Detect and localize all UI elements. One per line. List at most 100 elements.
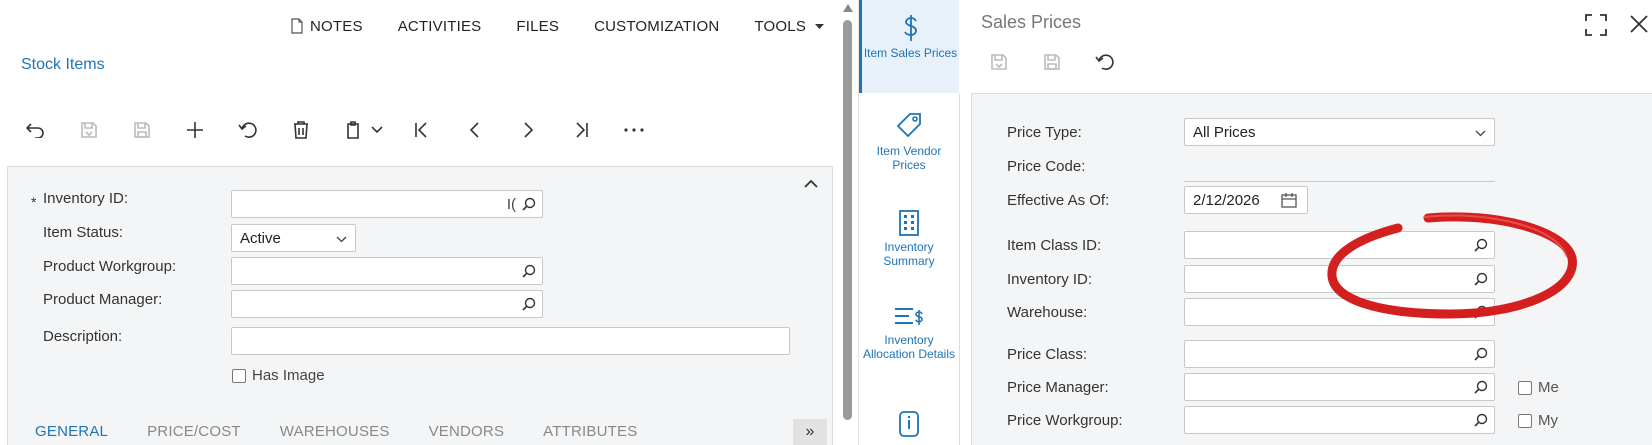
- price-type-select[interactable]: All Prices: [1184, 118, 1495, 146]
- stock-item-summary-form: * Inventory ID: I( Item Status: Active P…: [7, 166, 833, 445]
- top-navigation: NOTES ACTIVITIES FILES CUSTOMIZATION TOO…: [290, 15, 865, 37]
- more-tabs-button[interactable]: »: [793, 419, 827, 445]
- first-icon: [415, 122, 427, 138]
- back-arrow-icon: [25, 123, 44, 138]
- close-button[interactable]: [1629, 14, 1649, 39]
- inventory-id-value: I(: [506, 196, 516, 213]
- search-icon[interactable]: [1474, 413, 1488, 427]
- effective-date-input[interactable]: 2/12/2026: [1184, 186, 1308, 214]
- search-icon[interactable]: [1474, 272, 1488, 286]
- search-icon[interactable]: [1474, 238, 1488, 252]
- activities-label: ACTIVITIES: [397, 17, 482, 35]
- required-marker: *: [31, 194, 37, 210]
- price-workgroup-my-label: My: [1538, 412, 1558, 429]
- save-and-close-button[interactable]: [77, 118, 101, 142]
- search-icon[interactable]: [522, 297, 536, 311]
- inventory-id-label: Inventory ID:: [43, 190, 129, 207]
- sidenav-item-vendor-prices[interactable]: Item Vendor Prices: [859, 110, 959, 172]
- price-manager-label: Price Manager:: [1007, 379, 1109, 396]
- chevron-down-icon: [336, 236, 347, 243]
- side-panel-nav: Item Sales Prices Item Vendor Prices Inv…: [859, 0, 959, 445]
- sidenav-item-inventory-summary[interactable]: Inventory Summary: [859, 210, 959, 268]
- tools-menu[interactable]: TOOLS: [754, 18, 830, 35]
- scroll-up-icon[interactable]: [843, 4, 853, 12]
- price-code-label: Price Code:: [1007, 158, 1086, 175]
- price-workgroup-my-checkbox[interactable]: [1518, 414, 1532, 428]
- description-input[interactable]: [231, 327, 790, 355]
- chevron-down-icon: [1475, 130, 1486, 137]
- files-button[interactable]: FILES: [516, 18, 559, 35]
- price-manager-me-label: Me: [1538, 379, 1559, 396]
- files-label: FILES: [516, 17, 560, 35]
- screen-title-link[interactable]: Stock Items: [21, 56, 105, 74]
- last-record-button[interactable]: [569, 118, 593, 142]
- panel-save-button[interactable]: [1040, 50, 1064, 74]
- collapse-button[interactable]: [804, 175, 818, 193]
- inventory-id-input[interactable]: [1184, 265, 1495, 293]
- add-new-button[interactable]: [183, 118, 207, 142]
- item-tabs: GENERAL PRICE/COST WAREHOUSES VENDORS AT…: [35, 423, 676, 440]
- undo-icon: [238, 122, 257, 138]
- chevron-left-icon: [469, 122, 479, 138]
- warehouse-input[interactable]: [1184, 298, 1495, 326]
- price-manager-input[interactable]: [1184, 373, 1495, 401]
- calendar-icon[interactable]: [1281, 192, 1297, 208]
- search-icon[interactable]: [1474, 305, 1488, 319]
- search-icon[interactable]: [1474, 347, 1488, 361]
- panel-cancel-button[interactable]: [1093, 50, 1117, 74]
- search-icon[interactable]: [522, 264, 536, 278]
- price-manager-me-checkbox[interactable]: [1518, 381, 1532, 395]
- panel-save-close-button[interactable]: [987, 50, 1011, 74]
- tab-vendors[interactable]: VENDORS: [429, 423, 505, 440]
- maximize-button[interactable]: [1585, 14, 1607, 41]
- product-workgroup-input[interactable]: [231, 257, 543, 285]
- back-button[interactable]: [23, 118, 47, 142]
- sidenav-divider: [959, 93, 960, 445]
- search-icon[interactable]: [1474, 380, 1488, 394]
- price-class-label: Price Class:: [1007, 346, 1088, 363]
- document-icon: [291, 18, 303, 34]
- description-label: Description:: [43, 328, 123, 345]
- tablet-info-icon: [899, 411, 919, 437]
- sales-prices-filter-form: Price Type: All Prices Price Code: Effec…: [971, 93, 1652, 445]
- price-workgroup-input[interactable]: [1184, 406, 1495, 434]
- list-dollar-icon: [895, 308, 923, 325]
- price-code-field[interactable]: [1184, 181, 1495, 182]
- sidenav-item-sales-prices[interactable]: Item Sales Prices: [859, 0, 959, 93]
- copy-paste-menu[interactable]: [341, 118, 385, 142]
- search-icon[interactable]: [522, 197, 536, 211]
- previous-record-button[interactable]: [463, 118, 487, 142]
- price-workgroup-label: Price Workgroup:: [1007, 412, 1123, 429]
- next-record-button[interactable]: [516, 118, 540, 142]
- cancel-button[interactable]: [236, 118, 260, 142]
- delete-button[interactable]: [289, 118, 313, 142]
- more-actions-button[interactable]: [622, 118, 646, 142]
- tab-general[interactable]: GENERAL: [35, 423, 108, 440]
- inventory-id-input[interactable]: I(: [231, 190, 543, 218]
- activities-button[interactable]: ACTIVITIES: [398, 18, 482, 35]
- notes-label: NOTES: [310, 17, 363, 35]
- inventory-id-label: Inventory ID:: [1007, 271, 1093, 288]
- tab-price-cost[interactable]: PRICE/COST: [147, 423, 241, 440]
- tab-warehouses[interactable]: WAREHOUSES: [280, 423, 390, 440]
- save-icon: [1044, 54, 1060, 70]
- sidenav-item-more[interactable]: [859, 410, 959, 442]
- undo-icon: [1095, 54, 1114, 70]
- has-image-checkbox[interactable]: [232, 369, 246, 383]
- product-manager-input[interactable]: [231, 290, 543, 318]
- save-button[interactable]: [130, 118, 154, 142]
- tab-attributes[interactable]: ATTRIBUTES: [543, 423, 637, 440]
- save-icon: [134, 122, 150, 138]
- first-record-button[interactable]: [410, 118, 434, 142]
- item-status-select[interactable]: Active: [231, 224, 356, 252]
- clipboard-icon: [347, 121, 359, 139]
- scrollbar-thumb[interactable]: [843, 20, 852, 420]
- item-class-id-input[interactable]: [1184, 231, 1495, 259]
- price-class-input[interactable]: [1184, 340, 1495, 368]
- sidenav-label: Inventory Allocation Details: [862, 333, 956, 361]
- notes-button[interactable]: NOTES: [290, 18, 363, 35]
- customization-button[interactable]: CUSTOMIZATION: [594, 18, 719, 35]
- chevron-right-icon: [524, 122, 534, 138]
- customization-label: CUSTOMIZATION: [594, 17, 720, 35]
- sidenav-item-allocation-details[interactable]: Inventory Allocation Details: [859, 305, 959, 361]
